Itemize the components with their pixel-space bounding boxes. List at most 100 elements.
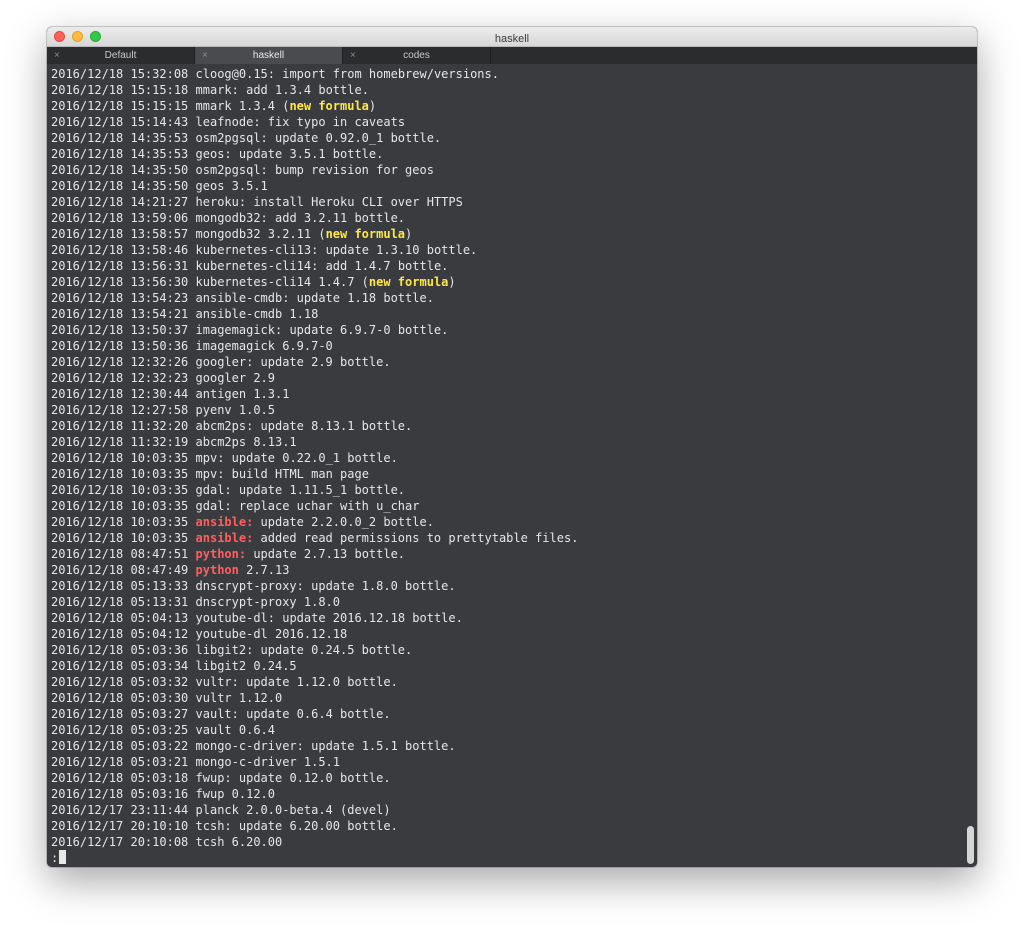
tab-label: codes bbox=[403, 50, 430, 61]
log-line: 2016/12/17 23:11:44 planck 2.0.0-beta.4 … bbox=[51, 802, 578, 818]
message: update 0.92.0_1 bottle. bbox=[267, 131, 442, 145]
close-tab-icon[interactable]: × bbox=[350, 47, 356, 64]
timestamp: 2016/12/18 05:03:22 bbox=[51, 739, 189, 753]
log-line: 2016/12/18 10:03:35 mpv: update 0.22.0_1… bbox=[51, 450, 578, 466]
package-name: youtube-dl 2016.12.18 bbox=[195, 627, 348, 641]
package-name: vault 0.6.4 bbox=[195, 723, 275, 737]
package-name: googler: bbox=[195, 355, 254, 369]
close-tab-icon[interactable]: × bbox=[202, 47, 208, 64]
message: 2.7.13 bbox=[238, 563, 290, 577]
message: update 6.20.00 bottle. bbox=[231, 819, 398, 833]
package-name: dnscrypt-proxy: bbox=[195, 579, 304, 593]
terminal-output[interactable]: 2016/12/18 15:32:08 cloog@0.15: import f… bbox=[47, 64, 977, 867]
timestamp: 2016/12/18 13:54:23 bbox=[51, 291, 189, 305]
tab-codes[interactable]: × codes bbox=[343, 47, 491, 64]
message: update 1.12.0 bottle. bbox=[238, 675, 398, 689]
timestamp: 2016/12/18 14:35:53 bbox=[51, 147, 189, 161]
minimize-window-button[interactable] bbox=[72, 31, 83, 42]
timestamp: 2016/12/18 10:03:35 bbox=[51, 499, 189, 513]
log-line: 2016/12/18 05:03:25 vault 0.6.4 bbox=[51, 722, 578, 738]
timestamp: 2016/12/18 10:03:35 bbox=[51, 515, 189, 529]
log-line: 2016/12/18 05:03:36 libgit2: update 0.24… bbox=[51, 642, 578, 658]
timestamp: 2016/12/17 20:10:10 bbox=[51, 819, 189, 833]
scrollbar[interactable] bbox=[966, 64, 974, 867]
message: update 1.3.10 bottle. bbox=[318, 243, 478, 257]
package-name: osm2pgsql: bbox=[195, 131, 268, 145]
package-name: fwup: bbox=[195, 771, 232, 785]
log-line: 2016/12/18 13:59:06 mongodb32: add 3.2.1… bbox=[51, 210, 578, 226]
log-line: 2016/12/17 20:10:10 tcsh: update 6.20.00… bbox=[51, 818, 578, 834]
tab-default[interactable]: × Default bbox=[47, 47, 195, 64]
log-line: 2016/12/18 14:35:53 osm2pgsql: update 0.… bbox=[51, 130, 578, 146]
message: update 2.9 bottle. bbox=[253, 355, 391, 369]
package-name: tcsh: bbox=[195, 819, 232, 833]
timestamp: 2016/12/18 13:59:06 bbox=[51, 211, 189, 225]
log-line: 2016/12/18 14:35:50 osm2pgsql: bump revi… bbox=[51, 162, 578, 178]
timestamp: 2016/12/18 05:13:31 bbox=[51, 595, 189, 609]
package-name: ansible-cmdb: bbox=[195, 291, 290, 305]
package-name: mmark 1.3.4 ( bbox=[195, 99, 290, 113]
package-name: vultr: bbox=[195, 675, 239, 689]
timestamp: 2016/12/18 12:30:44 bbox=[51, 387, 189, 401]
timestamp: 2016/12/18 10:03:35 bbox=[51, 467, 189, 481]
message: update 0.22.0_1 bottle. bbox=[224, 451, 398, 465]
tab-label: Default bbox=[104, 50, 137, 61]
close-window-button[interactable] bbox=[54, 31, 65, 42]
zoom-window-button[interactable] bbox=[90, 31, 101, 42]
log-line: 2016/12/18 10:03:35 gdal: replace uchar … bbox=[51, 498, 578, 514]
timestamp: 2016/12/18 05:03:27 bbox=[51, 707, 189, 721]
package-name: ansible-cmdb 1.18 bbox=[195, 307, 319, 321]
message: update 2.7.13 bottle. bbox=[246, 547, 406, 561]
timestamp: 2016/12/18 10:03:35 bbox=[51, 451, 189, 465]
log-line: 2016/12/18 05:13:33 dnscrypt-proxy: upda… bbox=[51, 578, 578, 594]
log-line: 2016/12/18 05:03:30 vultr 1.12.0 bbox=[51, 690, 578, 706]
log-line: 2016/12/18 12:32:26 googler: update 2.9 … bbox=[51, 354, 578, 370]
log-line: 2016/12/18 15:32:08 cloog@0.15: import f… bbox=[51, 66, 578, 82]
log-line: 2016/12/18 10:03:35 mpv: build HTML man … bbox=[51, 466, 578, 482]
log-line: 2016/12/18 12:30:44 antigen 1.3.1 bbox=[51, 386, 578, 402]
pager-prompt[interactable]: : bbox=[51, 850, 67, 866]
package-name: python: bbox=[195, 547, 247, 561]
timestamp: 2016/12/18 15:14:43 bbox=[51, 115, 189, 129]
timestamp: 2016/12/18 05:03:18 bbox=[51, 771, 189, 785]
close-tab-icon[interactable]: × bbox=[54, 47, 60, 64]
log-line: 2016/12/18 08:47:51 python: update 2.7.1… bbox=[51, 546, 578, 562]
package-name: gdal: bbox=[195, 483, 232, 497]
timestamp: 2016/12/18 12:32:26 bbox=[51, 355, 189, 369]
tab-haskell[interactable]: × haskell bbox=[195, 47, 343, 64]
package-name: dnscrypt-proxy 1.8.0 bbox=[195, 595, 341, 609]
package-name: youtube-dl: bbox=[195, 611, 275, 625]
log-line: 2016/12/18 08:47:49 python 2.7.13 bbox=[51, 562, 578, 578]
message: add 1.3.4 bottle. bbox=[238, 83, 369, 97]
log-line: 2016/12/18 10:03:35 ansible: added read … bbox=[51, 530, 578, 546]
timestamp: 2016/12/18 05:03:36 bbox=[51, 643, 189, 657]
timestamp: 2016/12/18 11:32:19 bbox=[51, 435, 189, 449]
new-formula-badge: new formula bbox=[325, 227, 406, 241]
title-bar: haskell bbox=[47, 27, 977, 47]
log-lines: 2016/12/18 15:32:08 cloog@0.15: import f… bbox=[51, 66, 578, 850]
window-title: haskell bbox=[494, 33, 530, 45]
log-line: 2016/12/17 20:10:08 tcsh 6.20.00 bbox=[51, 834, 578, 850]
package-name: geos 3.5.1 bbox=[195, 179, 268, 193]
timestamp: 2016/12/18 11:32:20 bbox=[51, 419, 189, 433]
timestamp: 2016/12/18 10:03:35 bbox=[51, 531, 189, 545]
timestamp: 2016/12/18 05:03:16 bbox=[51, 787, 189, 801]
timestamp: 2016/12/18 13:50:37 bbox=[51, 323, 189, 337]
log-line: 2016/12/18 11:32:19 abcm2ps 8.13.1 bbox=[51, 434, 578, 450]
package-name: fwup 0.12.0 bbox=[195, 787, 275, 801]
package-name: gdal: bbox=[195, 499, 232, 513]
timestamp: 2016/12/18 14:35:50 bbox=[51, 163, 189, 177]
timestamp: 2016/12/18 14:35:53 bbox=[51, 131, 189, 145]
package-name: mongo-c-driver: bbox=[195, 739, 304, 753]
package-name: geos: bbox=[195, 147, 232, 161]
log-line: 2016/12/18 05:04:12 youtube-dl 2016.12.1… bbox=[51, 626, 578, 642]
scrollbar-thumb[interactable] bbox=[967, 826, 974, 864]
terminal-window: haskell × Default × haskell × codes 2016… bbox=[47, 27, 977, 867]
package-name: ansible: bbox=[195, 531, 254, 545]
message: bump revision for geos bbox=[267, 163, 434, 177]
package-name: antigen 1.3.1 bbox=[195, 387, 290, 401]
log-line: 2016/12/18 05:03:16 fwup 0.12.0 bbox=[51, 786, 578, 802]
log-line: 2016/12/18 13:54:21 ansible-cmdb 1.18 bbox=[51, 306, 578, 322]
message: update 2.2.0.0_2 bottle. bbox=[253, 515, 434, 529]
message: update 0.6.4 bottle. bbox=[238, 707, 391, 721]
